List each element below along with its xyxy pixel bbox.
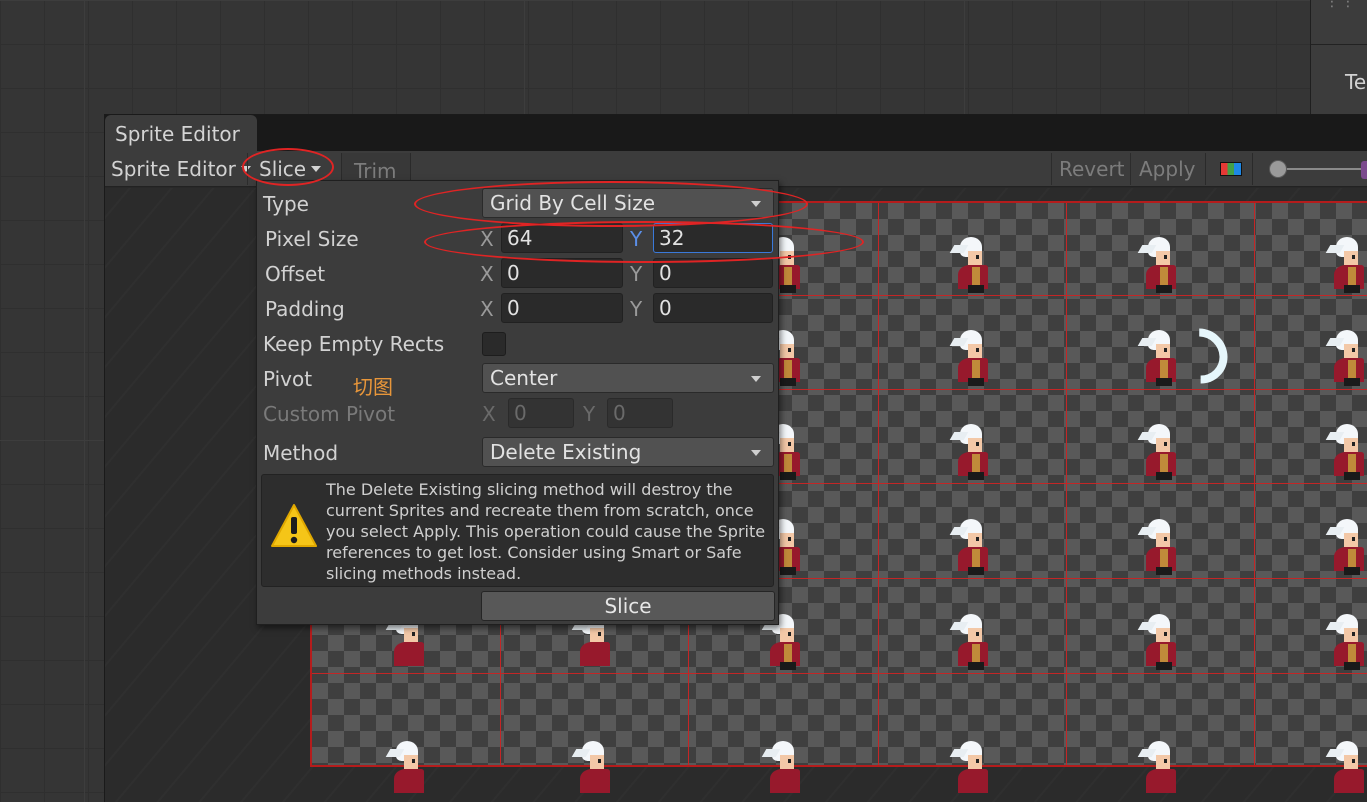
chevron-down-icon [751,376,761,382]
sprite-frame [1137,613,1182,670]
padding-x-field[interactable]: 0 [501,293,623,323]
offset-y-value: 0 [659,261,672,285]
tab-sprite-editor[interactable]: Sprite Editor [105,115,257,151]
custom-pivot-x-field: 0 [508,398,574,428]
sprite-frame [949,424,994,480]
sprite-frame [1137,518,1182,575]
rgb-channels-icon [1220,162,1242,176]
pixel-size-label: Pixel Size [265,227,359,251]
sprite-frame [1325,330,1367,386]
divider [1311,44,1367,45]
type-label: Type [263,192,309,216]
zoom-slider-track[interactable] [1275,168,1361,170]
slice-button-label: Slice [604,594,652,618]
revert-button[interactable]: Revert [1059,151,1125,187]
sprite-frame [1137,237,1182,293]
mode-dropdown-label: Sprite Editor [111,157,236,181]
grid-column-line [1254,203,1255,765]
pivot-label: Pivot [263,367,313,391]
warning-box: The Delete Existing slicing method will … [261,474,774,587]
sprite-frame [1325,613,1367,670]
annotation-circle-slice [242,148,334,186]
padding-x-value: 0 [507,296,520,320]
custom-pivot-x-value: 0 [514,401,527,425]
custom-pivot-y-field: 0 [607,398,673,428]
custom-pivot-y-value: 0 [613,401,626,425]
sprite-frame [949,330,994,386]
warning-icon [271,504,317,547]
sprite-frame [1137,741,1182,797]
sprite-frame [949,613,994,670]
padding-y-axis: Y [630,297,643,321]
sprite-frame [1137,424,1182,480]
padding-label: Padding [265,297,345,321]
annotation-note: 切图 [353,375,393,399]
sprite-frame [571,741,616,797]
offset-x-value: 0 [507,261,520,285]
custom-pivot-x-axis: X [482,402,496,426]
offset-y-axis: Y [630,262,643,286]
channel-toggle-button[interactable] [1205,153,1253,185]
sprite-frame [385,741,430,797]
pivot-dropdown[interactable]: Center [482,363,774,393]
divider [1051,153,1052,185]
chevron-down-icon [751,450,761,456]
annotation-circle-type [414,181,808,227]
sprite-frame [1325,518,1367,575]
warning-text: The Delete Existing slicing method will … [326,480,766,583]
method-dropdown[interactable]: Delete Existing [482,437,774,467]
sprite-frame [949,741,994,797]
annotation-circle-pixel-size [424,221,864,263]
alpha-toggle-icon[interactable] [1361,161,1367,179]
inspector-label: Te [1345,70,1367,94]
sprite-frame [949,518,994,575]
custom-pivot-label: Custom Pivot [263,402,396,426]
padding-y-value: 0 [659,296,672,320]
sprite-frame [761,741,806,797]
revert-label: Revert [1059,157,1125,181]
tab-label: Sprite Editor [115,122,240,146]
sprite-frame [1325,237,1367,293]
offset-label: Offset [265,262,326,286]
grid-column-line [878,203,879,765]
grid-row-line [312,673,1367,674]
sprite-frame [1325,424,1367,480]
padding-y-field[interactable]: 0 [653,293,773,323]
sprite-frame [949,237,994,293]
pivot-value: Center [490,366,558,390]
tab-strip: Sprite Editor [105,115,1367,151]
zoom-slider-handle[interactable] [1269,160,1287,178]
apply-button[interactable]: Apply [1139,151,1195,187]
mode-dropdown[interactable]: Sprite Editor [111,151,251,187]
grid-column-line [1066,203,1067,765]
slice-button[interactable]: Slice [481,591,775,621]
more-options-icon[interactable]: ⋮⋮ [1325,0,1357,10]
sprite-frame [1325,741,1367,797]
divider [1130,153,1131,185]
inspector-panel: ⋮⋮ Te [1310,0,1367,120]
keep-empty-rects-label: Keep Empty Rects [263,332,445,356]
apply-label: Apply [1139,157,1196,181]
method-label: Method [263,441,339,465]
custom-pivot-y-axis: Y [583,402,596,426]
keep-empty-rects-checkbox[interactable] [482,332,506,356]
offset-x-axis: X [480,262,494,286]
padding-x-axis: X [480,297,494,321]
method-value: Delete Existing [490,440,642,464]
